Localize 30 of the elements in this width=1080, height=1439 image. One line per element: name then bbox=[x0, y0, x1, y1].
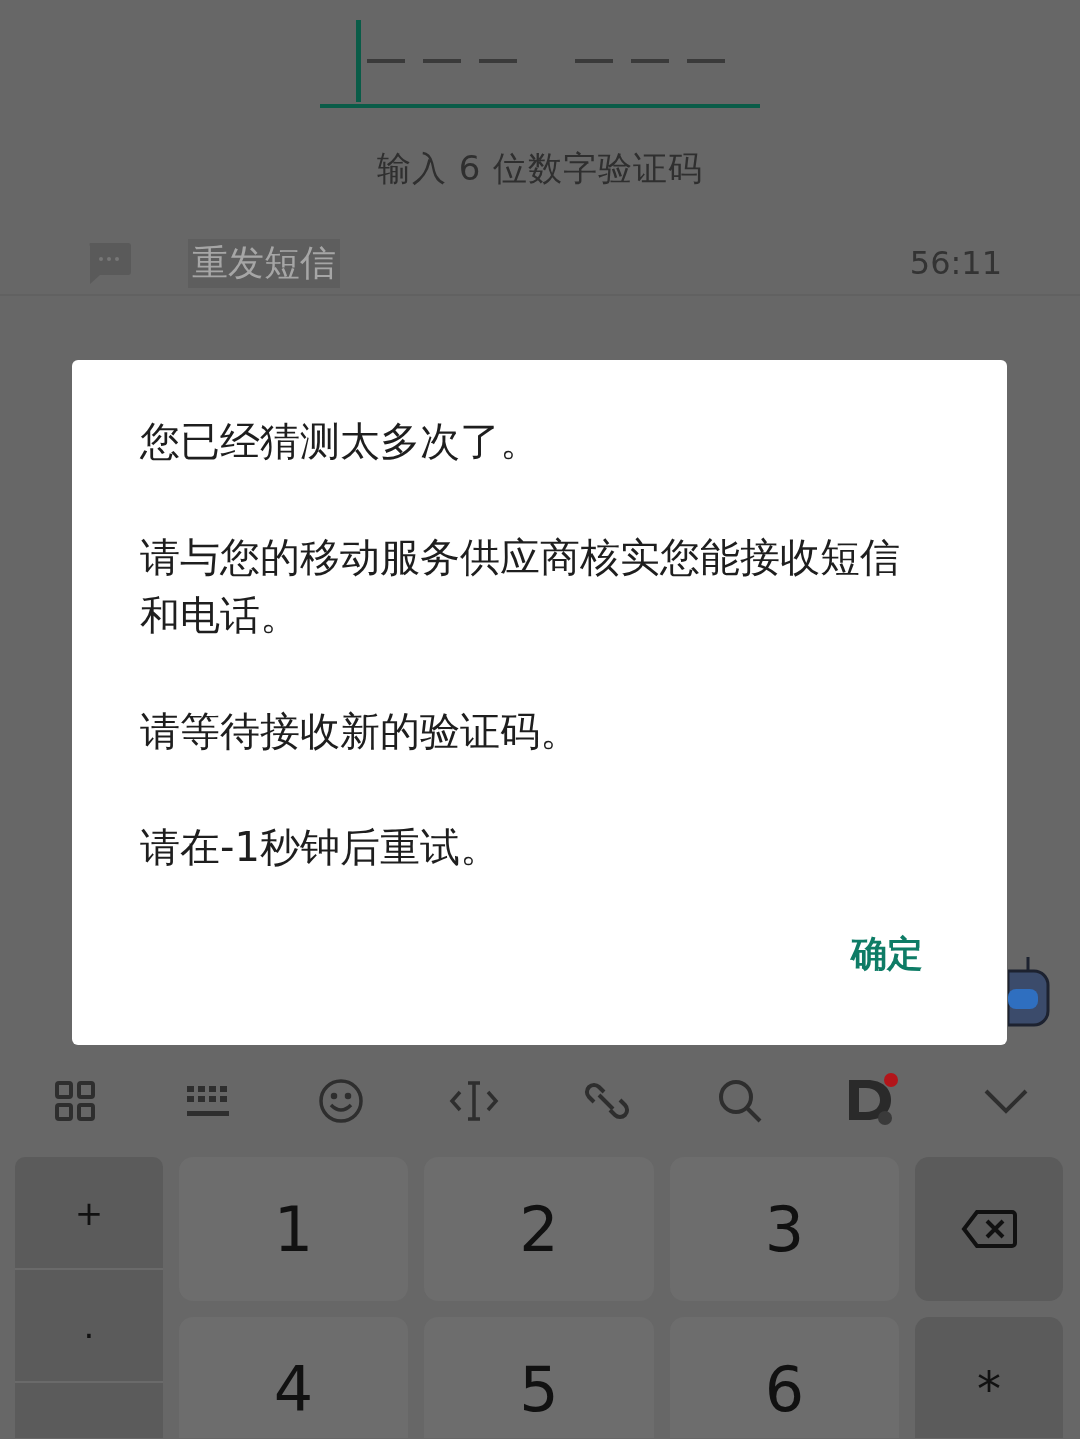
digit-key[interactable]: 3 bbox=[670, 1157, 899, 1301]
ok-button[interactable]: 确定 bbox=[851, 926, 923, 983]
backspace-icon bbox=[961, 1209, 1017, 1249]
dialog-message: 请在-1秒钟后重试。 bbox=[140, 823, 501, 872]
code-hint: 输入 6 位数字验证码 bbox=[376, 147, 704, 190]
collapse-icon[interactable] bbox=[982, 1088, 1029, 1114]
emoji-icon[interactable] bbox=[317, 1078, 364, 1124]
digit-slot bbox=[575, 59, 613, 63]
dialog-message: 请等待接收新的验证码。 bbox=[140, 707, 581, 756]
digit-key[interactable]: 6 bbox=[670, 1317, 899, 1438]
digit-slot bbox=[423, 59, 461, 63]
backspace-key[interactable] bbox=[915, 1157, 1063, 1301]
digit-slot bbox=[479, 59, 517, 63]
code-input-field[interactable] bbox=[320, 18, 760, 108]
digit-key[interactable]: 2 bbox=[424, 1157, 654, 1301]
search-icon[interactable] bbox=[716, 1078, 763, 1124]
keyboard-icon[interactable] bbox=[184, 1084, 231, 1118]
dialog-message: 请与您的移动服务供应商核实您能接收短信和电话。 bbox=[140, 533, 901, 640]
symbol-key[interactable]: + bbox=[15, 1157, 163, 1270]
digit-slot bbox=[687, 59, 725, 63]
symbol-key[interactable]: * bbox=[915, 1317, 1063, 1438]
text-cursor-icon[interactable] bbox=[448, 1080, 499, 1122]
digit-key[interactable]: 4 bbox=[179, 1317, 408, 1438]
symbol-key[interactable]: . bbox=[15, 1270, 163, 1383]
digit-slot bbox=[631, 59, 669, 63]
digit-slot bbox=[367, 59, 405, 63]
apps-icon[interactable] bbox=[53, 1080, 96, 1122]
digit-key[interactable]: 5 bbox=[424, 1317, 654, 1438]
digit-key[interactable]: 1 bbox=[179, 1157, 408, 1301]
dialog-message: 您已经猜测太多次了。 bbox=[140, 417, 541, 466]
